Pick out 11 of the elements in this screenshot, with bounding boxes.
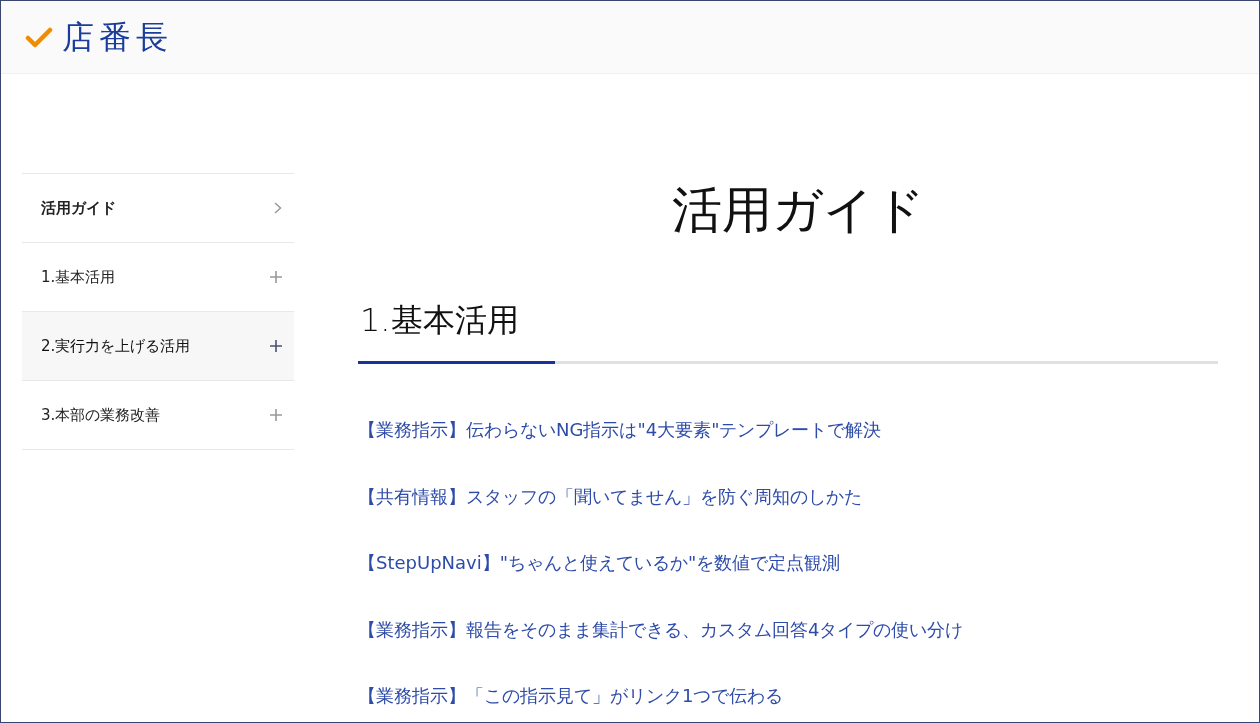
check-logo-icon — [25, 26, 53, 48]
article-link[interactable]: 【StepUpNavi】"ちゃんと使えているか"を数値で定点観測 — [358, 549, 841, 578]
chevron-right-icon — [274, 202, 282, 214]
logo-text: 店番長 — [62, 17, 173, 57]
page-title: 活用ガイド — [671, 180, 925, 240]
section-heading: 1.基本活用 — [360, 301, 519, 339]
article-link[interactable]: 【業務指示】「この指示見て」がリンク1つで伝わる — [358, 682, 784, 711]
article-link[interactable]: 【共有情報】スタッフの「聞いてません」を防ぐ周知のしかた — [358, 482, 862, 511]
sidebar-item[interactable]: 2.実行力を上げる活用 — [22, 312, 294, 381]
article-link[interactable]: 【業務指示】報告をそのまま集計できる、カスタム回答4タイプの使い分け — [358, 615, 964, 644]
article-link[interactable]: 【業務指示】伝わらないNG指示は"4大要素"テンプレートで解決 — [358, 416, 882, 444]
